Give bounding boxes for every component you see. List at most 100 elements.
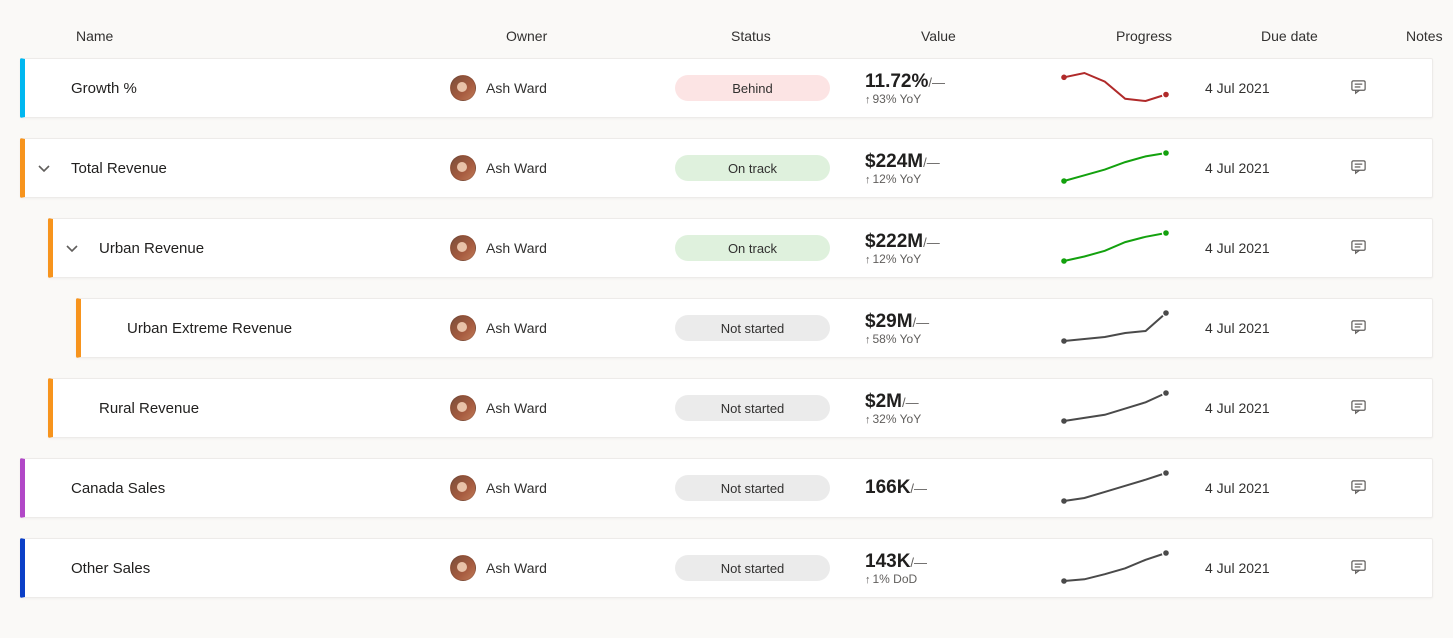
sparkline[interactable] [1060,469,1205,508]
status-badge: On track [675,155,830,181]
note-icon[interactable] [1350,78,1367,95]
owner-name: Ash Ward [486,320,547,336]
due-date: 4 Jul 2021 [1205,320,1350,336]
metric-delta: ↑12% YoY [865,252,1060,266]
owner-name: Ash Ward [486,160,547,176]
metric-name[interactable]: Growth % [71,80,137,97]
notes-button[interactable] [1350,398,1410,418]
notes-button[interactable] [1350,318,1410,338]
metric-target: /— [910,555,927,570]
sparkline[interactable] [1060,149,1205,188]
status-cell: On track [675,235,865,261]
notes-button[interactable] [1350,78,1410,98]
notes-button[interactable] [1350,478,1410,498]
note-icon[interactable] [1350,558,1367,575]
sparkline[interactable] [1060,69,1205,108]
metric-row-rural-revenue[interactable]: Rural Revenue Ash WardNot started$2M/—↑32… [48,378,1433,438]
metric-value: $224M [865,151,923,172]
col-status[interactable]: Status [731,28,921,44]
status-cell: Not started [675,475,865,501]
owner-cell[interactable]: Ash Ward [450,315,675,341]
due-date: 4 Jul 2021 [1205,80,1350,96]
arrow-up-icon: ↑ [865,414,871,426]
col-owner[interactable]: Owner [506,28,731,44]
notes-button[interactable] [1350,238,1410,258]
owner-name: Ash Ward [486,560,547,576]
status-cell: Not started [675,395,865,421]
notes-button[interactable] [1350,558,1410,578]
name-cell: Urban Extreme Revenue [81,320,450,337]
metric-row-urban-extreme-revenue[interactable]: Urban Extreme RevenueAsh WardNot started… [76,298,1433,358]
name-cell: Urban Revenue [53,240,450,257]
note-icon[interactable] [1350,238,1367,255]
metric-name[interactable]: Rural Revenue [99,400,199,417]
owner-name: Ash Ward [486,480,547,496]
col-value[interactable]: Value [921,28,1116,44]
arrow-up-icon: ↑ [865,174,871,186]
value-cell: $29M/—↑58% YoY [865,311,1060,346]
status-cell: Behind [675,75,865,101]
note-icon[interactable] [1350,398,1367,415]
note-icon[interactable] [1350,158,1367,175]
metric-value: 11.72% [865,71,928,92]
note-icon[interactable] [1350,318,1367,335]
metric-name[interactable]: Urban Extreme Revenue [127,320,292,337]
col-progress[interactable]: Progress [1116,28,1261,44]
name-cell: Canada Sales [25,480,450,497]
avatar [450,395,476,421]
metric-name[interactable]: Canada Sales [71,480,165,497]
metric-delta: ↑1% DoD [865,572,1060,586]
avatar [450,235,476,261]
metric-delta: ↑58% YoY [865,332,1060,346]
chevron-down-icon[interactable] [64,240,80,256]
metric-target: /— [910,481,927,496]
owner-name: Ash Ward [486,240,547,256]
col-notes[interactable]: Notes [1406,28,1453,44]
sparkline[interactable] [1060,229,1205,268]
value-cell: $2M/—↑32% YoY [865,391,1060,426]
due-date: 4 Jul 2021 [1205,240,1350,256]
note-icon[interactable] [1350,478,1367,495]
metric-row-other-sales[interactable]: Other SalesAsh WardNot started143K/—↑1% … [20,538,1433,598]
status-badge: Not started [675,475,830,501]
metric-row-total-revenue[interactable]: Total RevenueAsh WardOn track$224M/—↑12%… [20,138,1433,198]
owner-name: Ash Ward [486,80,547,96]
metric-delta: ↑32% YoY [865,412,1060,426]
due-date: 4 Jul 2021 [1205,560,1350,576]
col-due[interactable]: Due date [1261,28,1406,44]
avatar [450,155,476,181]
metric-row-urban-revenue[interactable]: Urban Revenue Ash Ward On track $222M/—↑12%… [48,218,1433,278]
name-cell: Rural Revenue [53,400,450,417]
metric-target: /— [928,75,945,90]
owner-cell[interactable]: Ash Ward [450,555,675,581]
owner-cell[interactable]: Ash Ward [450,235,675,261]
col-name[interactable]: Name [76,28,506,44]
sparkline[interactable] [1060,549,1205,588]
metric-row-canada-sales[interactable]: Canada SalesAsh WardNot started166K/— 4 … [20,458,1433,518]
sparkline[interactable] [1060,389,1205,428]
owner-cell[interactable]: Ash Ward [450,75,675,101]
owner-cell[interactable]: Ash Ward [450,155,675,181]
owner-cell[interactable]: Ash Ward [450,395,675,421]
name-cell: Total Revenue [25,160,450,177]
value-cell: $222M/—↑12% YoY [865,231,1060,266]
avatar [450,475,476,501]
metric-target: /— [913,315,930,330]
value-cell: 166K/— [865,477,1060,499]
notes-button[interactable] [1350,158,1410,178]
owner-cell[interactable]: Ash Ward [450,475,675,501]
metric-value: 166K [865,477,910,498]
metric-value: 143K [865,551,910,572]
sparkline[interactable] [1060,309,1205,348]
metric-row-growth[interactable]: Growth % Ash Ward Behind11.72%/—↑93% YoY 4… [20,58,1433,118]
due-date: 4 Jul 2021 [1205,400,1350,416]
status-badge: On track [675,235,830,261]
metric-name[interactable]: Urban Revenue [99,240,204,257]
value-cell: 11.72%/—↑93% YoY [865,71,1060,106]
status-cell: On track [675,155,865,181]
chevron-down-icon[interactable] [36,160,52,176]
metric-name[interactable]: Total Revenue [71,160,167,177]
name-cell: Growth % [25,80,450,97]
metric-name[interactable]: Other Sales [71,560,150,577]
metric-value: $222M [865,231,923,252]
